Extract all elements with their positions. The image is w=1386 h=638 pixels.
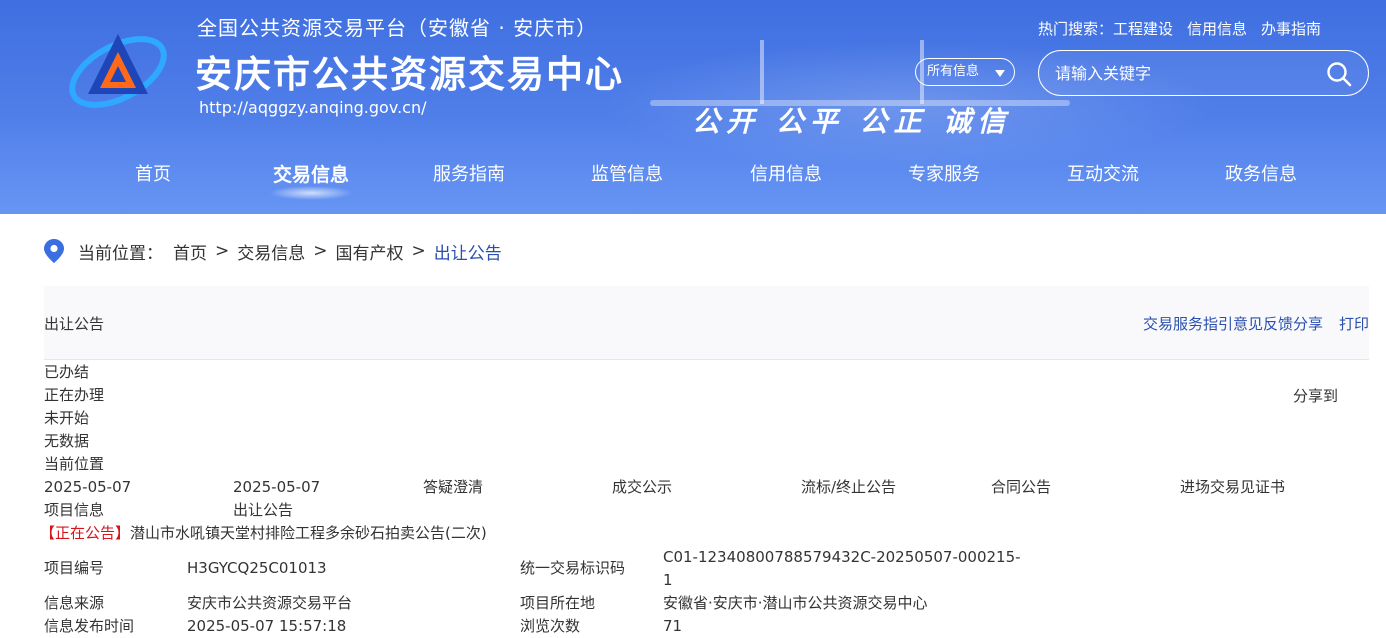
search-icon[interactable] — [1326, 61, 1352, 87]
article-toolbar: 出让公告 交易服务指引意见反馈分享 打印 — [44, 286, 1369, 360]
breadcrumb-state-property[interactable]: 国有产权 — [336, 239, 404, 264]
breadcrumb-separator: > — [215, 241, 230, 261]
nav-item-label: 互动交流 — [1067, 164, 1139, 185]
timeline-step-witness-certificate[interactable]: 进场交易见证书 — [1180, 477, 1285, 497]
site-url: http://aqggzy.anqing.gov.cn/ — [199, 98, 427, 117]
timeline-date: 2025-05-07 — [44, 478, 132, 496]
nav-item-label: 服务指南 — [433, 164, 505, 185]
nav-item-label: 政务信息 — [1225, 164, 1297, 185]
print-button[interactable]: 打印 — [1339, 315, 1369, 333]
detail-label: 信息发布时间 — [44, 617, 135, 635]
timeline-transfer-notice[interactable]: 出让公告 — [233, 500, 293, 520]
nav-item-label: 首页 — [135, 164, 171, 185]
detail-label: 浏览次数 — [520, 617, 581, 635]
nav-item-home[interactable]: 首页 — [93, 160, 213, 186]
site-subtitle: 全国公共资源交易平台（安徽省 · 安庆市） — [197, 16, 598, 40]
nav-item-label: 监管信息 — [591, 164, 663, 185]
legend-current-position: 当前位置 — [44, 455, 105, 473]
timeline-step-contract[interactable]: 合同公告 — [991, 477, 1051, 497]
search-box — [1038, 50, 1369, 96]
search-input[interactable] — [1055, 59, 1315, 87]
view-count: 71 — [663, 617, 683, 635]
share-to-label[interactable]: 分享到 — [1293, 385, 1338, 406]
nav-item-label: 交易信息 — [272, 164, 349, 186]
notice-status-tag: 【正在公告】 — [40, 524, 131, 542]
timeline-step-clarification[interactable]: 答疑澄清 — [423, 477, 483, 497]
main-nav: 首页 交易信息 服务指南 监管信息 信用信息 专家服务 互动交流 政务信息 — [0, 150, 1386, 200]
info-source: 安庆市公共资源交易平台 — [187, 594, 353, 612]
legend-in-progress: 正在办理 — [44, 386, 105, 404]
nav-item-government[interactable]: 政务信息 — [1201, 160, 1321, 186]
toolbar-links: 交易服务指引意见反馈分享 打印 — [1143, 313, 1369, 334]
notice-title: 【正在公告】潜山市水吼镇天堂村排险工程多余砂石拍卖公告(二次) — [40, 523, 487, 543]
nav-item-expert[interactable]: 专家服务 — [884, 160, 1004, 186]
search-scope-select[interactable]: 所有信息 — [915, 58, 1015, 86]
active-indicator — [269, 186, 353, 200]
nav-item-label: 信用信息 — [750, 164, 822, 185]
timeline-date: 2025-05-07 — [233, 478, 321, 496]
publish-time: 2025-05-07 15:57:18 — [187, 617, 347, 635]
breadcrumb-separator: > — [411, 241, 426, 261]
breadcrumb-trade-info[interactable]: 交易信息 — [237, 239, 305, 264]
notice-title-text: 潜山市水吼镇天堂村排险工程多余砂石拍卖公告(二次) — [130, 524, 487, 542]
breadcrumb: 当前位置： 首页 > 交易信息 > 国有产权 > 出让公告 — [44, 238, 502, 264]
breadcrumb-current[interactable]: 出让公告 — [434, 239, 502, 264]
timeline-step-deal-publicity[interactable]: 成交公示 — [612, 477, 672, 497]
detail-label: 信息来源 — [44, 594, 105, 612]
trade-id-line2: 1 — [663, 571, 673, 589]
site-logo[interactable] — [62, 22, 174, 114]
detail-label: 统一交易标识码 — [520, 559, 626, 577]
site-header: 全国公共资源交易平台（安徽省 · 安庆市） 安庆市公共资源交易中心 http:/… — [0, 0, 1386, 214]
site-slogan: 公开 公平 公正 诚信 — [692, 105, 1012, 138]
nav-item-trade-info[interactable]: 交易信息 — [251, 160, 371, 200]
detail-label: 项目所在地 — [520, 594, 596, 612]
hot-search-item[interactable]: 工程建设 — [1113, 20, 1173, 38]
timeline-project-info[interactable]: 项目信息 — [44, 500, 104, 520]
breadcrumb-label: 当前位置： — [78, 243, 163, 264]
hot-search-item[interactable]: 办事指南 — [1261, 20, 1321, 38]
hot-search-label: 热门搜索： — [1038, 20, 1114, 38]
legend-completed: 已办结 — [44, 363, 90, 381]
nav-item-interaction[interactable]: 互动交流 — [1043, 160, 1163, 186]
project-location: 安徽省·安庆市·潜山市公共资源交易中心 — [663, 594, 928, 612]
nav-item-service-guide[interactable]: 服务指南 — [409, 160, 529, 186]
legend-not-started: 未开始 — [44, 409, 90, 427]
project-number: H3GYCQ25C01013 — [187, 559, 327, 577]
guide-feedback-share-link[interactable]: 交易服务指引意见反馈分享 — [1143, 315, 1323, 333]
trade-id-line1: C01-12340800788579432C-20250507-000215- — [663, 548, 1021, 566]
location-pin-icon — [44, 239, 64, 263]
breadcrumb-home[interactable]: 首页 — [173, 239, 207, 264]
breadcrumb-separator: > — [313, 241, 328, 261]
hot-search: 热门搜索：工程建设 信用信息 办事指南 — [1038, 18, 1335, 39]
nav-item-label: 专家服务 — [908, 164, 980, 185]
nav-item-supervision[interactable]: 监管信息 — [567, 160, 687, 186]
detail-label: 项目编号 — [44, 559, 105, 577]
site-title[interactable]: 安庆市公共资源交易中心 — [195, 44, 624, 98]
nav-item-credit[interactable]: 信用信息 — [726, 160, 846, 186]
legend-no-data: 无数据 — [44, 432, 90, 450]
timeline-step-failed-termination[interactable]: 流标/终止公告 — [801, 477, 896, 497]
search-scope-value: 所有信息 — [927, 64, 980, 79]
chevron-down-icon — [995, 70, 1005, 77]
article-category-title: 出让公告 — [44, 315, 105, 333]
bridge-tower — [760, 40, 764, 104]
hot-search-item[interactable]: 信用信息 — [1187, 20, 1247, 38]
